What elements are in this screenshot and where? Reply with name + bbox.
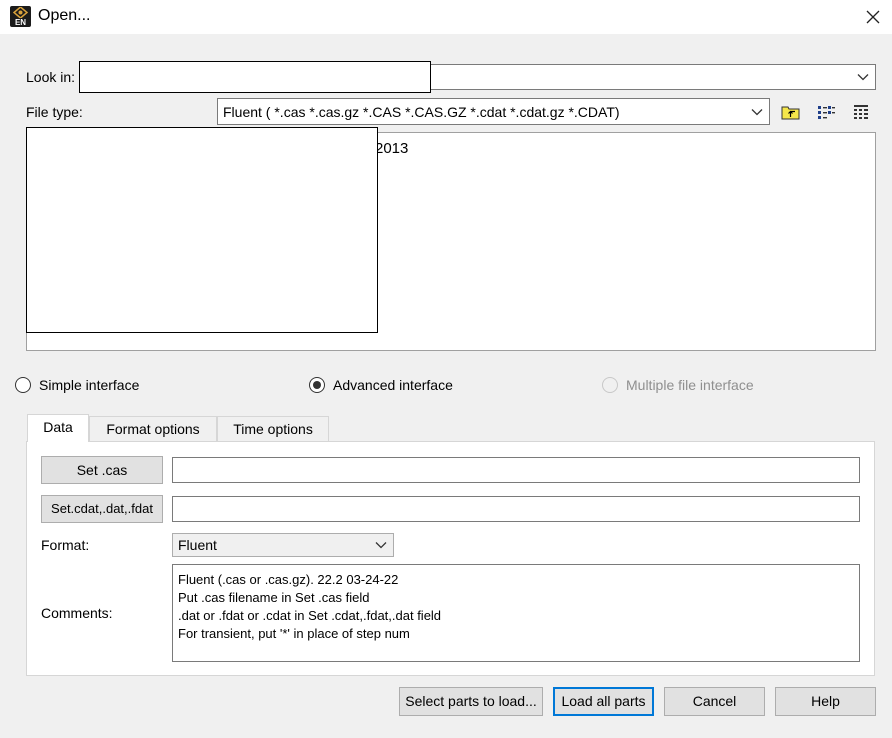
comment-line: For transient, put '*' in place of step … xyxy=(178,626,410,641)
radio-button-disabled xyxy=(602,377,618,393)
advanced-interface-label: Advanced interface xyxy=(333,377,453,393)
comments-label: Comments: xyxy=(41,605,113,621)
chevron-down-icon xyxy=(751,109,763,116)
select-parts-button[interactable]: Select parts to load... xyxy=(399,687,543,716)
file-list-item[interactable]: 2013 xyxy=(375,140,408,157)
close-icon xyxy=(866,10,880,24)
look-in-label: Look in: xyxy=(26,69,76,85)
file-type-dropdown[interactable]: Fluent ( *.cas *.cas.gz *.CAS *.CAS.GZ *… xyxy=(217,98,770,125)
format-label: Format: xyxy=(41,537,90,553)
redacted-path-box xyxy=(79,61,431,93)
details-view-icon[interactable] xyxy=(851,103,871,121)
app-logo-text: EN xyxy=(14,18,27,27)
format-dropdown[interactable]: Fluent xyxy=(172,533,394,557)
multiple-file-interface-label: Multiple file interface xyxy=(626,377,754,393)
comment-line: Put .cas filename in Set .cas field xyxy=(178,590,370,605)
simple-interface-label: Simple interface xyxy=(39,377,140,393)
simple-interface-radio[interactable]: Simple interface xyxy=(15,375,155,397)
list-view-icon[interactable] xyxy=(816,103,836,121)
set-cdat-button[interactable]: Set.cdat,.dat,.fdat xyxy=(41,495,163,523)
multiple-file-interface-radio: Multiple file interface xyxy=(602,375,772,397)
tab-time-options[interactable]: Time options xyxy=(217,416,329,441)
chevron-down-icon xyxy=(375,542,387,549)
cancel-button[interactable]: Cancel xyxy=(664,687,765,716)
window-title: Open... xyxy=(38,7,91,24)
file-type-label: File type: xyxy=(26,104,83,120)
advanced-interface-radio[interactable]: Advanced interface xyxy=(309,375,469,397)
cas-file-input[interactable] xyxy=(172,457,860,483)
help-button[interactable]: Help xyxy=(775,687,876,716)
up-folder-icon[interactable] xyxy=(781,103,801,121)
app-logo-icon: EN xyxy=(10,6,31,27)
redacted-file-list-box xyxy=(26,127,378,333)
set-cas-button[interactable]: Set .cas xyxy=(41,456,163,484)
load-all-parts-button[interactable]: Load all parts xyxy=(553,687,654,716)
chevron-down-icon xyxy=(857,74,869,81)
comments-textarea[interactable]: Fluent (.cas or .cas.gz). 22.2 03-24-22 … xyxy=(172,564,860,662)
tab-data[interactable]: Data xyxy=(27,414,89,442)
radio-button-selected[interactable] xyxy=(309,377,325,393)
cdat-file-input[interactable] xyxy=(172,496,860,522)
format-value: Fluent xyxy=(178,537,217,553)
comment-line: Fluent (.cas or .cas.gz). 22.2 03-24-22 xyxy=(178,572,399,587)
close-button[interactable] xyxy=(860,4,886,30)
radio-button[interactable] xyxy=(15,377,31,393)
comment-line: .dat or .fdat or .cdat in Set .cdat,.fda… xyxy=(178,608,442,623)
title-bar: EN Open... xyxy=(0,0,892,34)
file-type-value: Fluent ( *.cas *.cas.gz *.CAS *.CAS.GZ *… xyxy=(223,104,620,120)
tab-format-options[interactable]: Format options xyxy=(89,416,217,441)
